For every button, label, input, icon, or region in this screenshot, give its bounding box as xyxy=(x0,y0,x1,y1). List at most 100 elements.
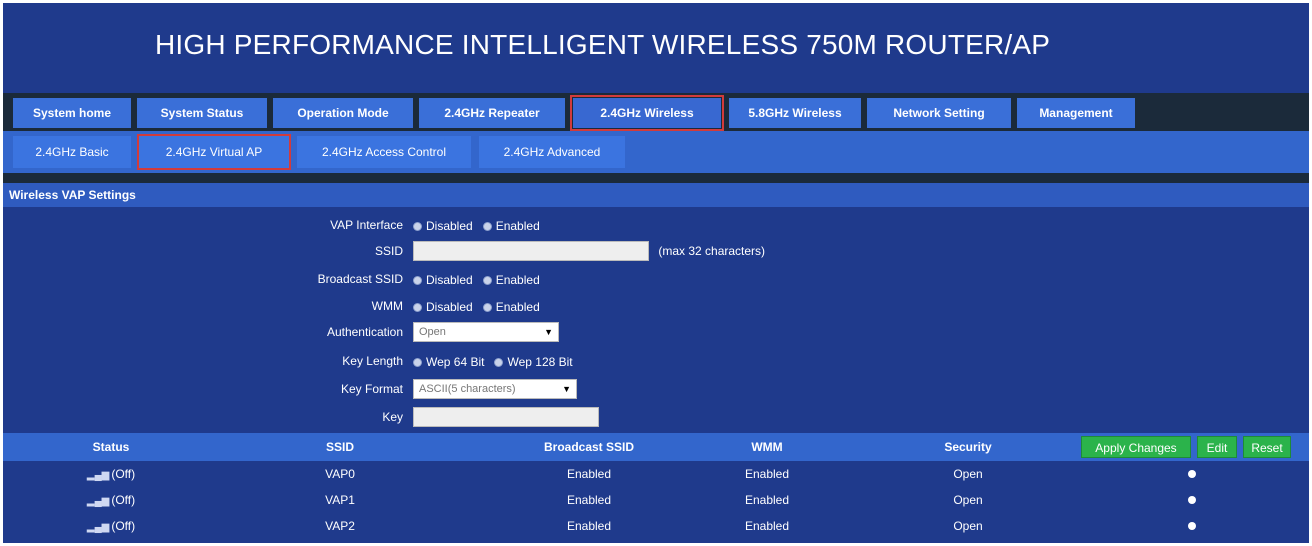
wmm-radios: Disabled Enabled xyxy=(413,296,546,318)
tab-network-setting[interactable]: Network Setting xyxy=(867,98,1011,128)
wmm-disabled-radio[interactable] xyxy=(413,302,422,312)
tab-management[interactable]: Management xyxy=(1017,98,1135,128)
col-ssid: SSID xyxy=(325,440,355,454)
select-row-radio[interactable] xyxy=(1188,470,1196,478)
key-label: Key xyxy=(382,410,403,424)
tab-58ghz-wireless[interactable]: 5.8GHz Wireless xyxy=(729,98,861,128)
col-status: Status xyxy=(92,440,130,454)
edit-button[interactable]: Edit xyxy=(1197,436,1237,458)
vap-interface-disabled-label: Disabled xyxy=(426,219,473,233)
broadcast-ssid-label: Broadcast SSID xyxy=(317,272,403,286)
key-format-select[interactable]: ASCII(5 characters) ▼ xyxy=(413,379,577,399)
status-text: (Off) xyxy=(111,519,136,533)
chevron-down-icon: ▼ xyxy=(562,384,571,394)
broadcast-ssid-disabled-radio[interactable] xyxy=(413,275,422,285)
wmm-disabled-label: Disabled xyxy=(426,300,473,314)
ssid-cell: VAP1 xyxy=(325,493,355,507)
divider xyxy=(3,173,1309,183)
authentication-select[interactable]: Open ▼ xyxy=(413,322,559,342)
select-row-radio[interactable] xyxy=(1188,496,1196,504)
vap-interface-enabled-radio[interactable] xyxy=(482,221,492,231)
key-format-control: ASCII(5 characters) ▼ xyxy=(413,379,577,401)
vap-settings-form: VAP Interface Disabled Enabled SSID (max… xyxy=(3,207,1309,433)
tab-24ghz-repeater[interactable]: 2.4GHz Repeater xyxy=(419,98,565,128)
key-row: Key xyxy=(3,407,1309,429)
wmm-cell: Enabled xyxy=(744,493,790,507)
ssid-input[interactable] xyxy=(413,241,649,261)
broadcast-cell: Enabled xyxy=(566,519,612,533)
section-header: Wireless VAP Settings xyxy=(3,183,1309,207)
table-row: ▂▄▆ (Off) VAP2 Enabled Enabled Open xyxy=(3,513,1309,539)
broadcast-ssid-disabled-label: Disabled xyxy=(426,273,473,287)
select-row-radio[interactable] xyxy=(1188,522,1196,530)
broadcast-ssid-radios: Disabled Enabled xyxy=(413,269,546,291)
key-format-label: Key Format xyxy=(340,382,403,396)
broadcast-cell: Enabled xyxy=(566,493,612,507)
security-cell: Open xyxy=(953,467,983,481)
subtab-24ghz-access-control[interactable]: 2.4GHz Access Control xyxy=(297,136,471,168)
chevron-down-icon: ▼ xyxy=(544,327,553,337)
status-text: (Off) xyxy=(111,467,136,481)
status-cell: ▂▄▆ (Off) xyxy=(87,493,135,507)
main-tab-bar: System home System Status Operation Mode… xyxy=(3,93,1309,131)
key-control xyxy=(413,407,599,429)
wmm-label: WMM xyxy=(371,299,403,313)
table-row: ▂▄▆ (Off) VAP0 Enabled Enabled Open xyxy=(3,461,1309,487)
key-length-64-radio[interactable] xyxy=(413,357,422,367)
key-length-radios: Wep 64 Bit Wep 128 Bit xyxy=(413,351,579,373)
ssid-cell: VAP2 xyxy=(325,519,355,533)
key-input[interactable] xyxy=(413,407,599,427)
signal-icon: ▂▄▆ xyxy=(86,470,110,481)
security-cell: Open xyxy=(953,519,983,533)
key-length-64-label: Wep 64 Bit xyxy=(426,355,485,369)
authentication-selected: Open xyxy=(419,326,446,338)
key-format-selected: ASCII(5 characters) xyxy=(419,383,516,395)
tab-operation-mode[interactable]: Operation Mode xyxy=(273,98,413,128)
status-text: (Off) xyxy=(111,493,136,507)
router-admin-page: HIGH PERFORMANCE INTELLIGENT WIRELESS 75… xyxy=(3,3,1309,543)
apply-changes-button[interactable]: Apply Changes xyxy=(1081,436,1191,458)
broadcast-cell: Enabled xyxy=(566,467,612,481)
vap-interface-label: VAP Interface xyxy=(330,218,403,232)
tab-24ghz-wireless[interactable]: 2.4GHz Wireless xyxy=(570,95,724,131)
ssid-control: (max 32 characters) xyxy=(413,241,765,263)
vap-interface-disabled-radio[interactable] xyxy=(413,221,422,231)
wmm-enabled-label: Enabled xyxy=(495,300,540,314)
status-cell: ▂▄▆ (Off) xyxy=(87,467,135,481)
authentication-control: Open ▼ xyxy=(413,322,559,344)
section-title: Wireless VAP Settings xyxy=(9,188,136,202)
reset-button[interactable]: Reset xyxy=(1243,436,1291,458)
key-length-128-label: Wep 128 Bit xyxy=(507,355,573,369)
authentication-row: Authentication Open ▼ xyxy=(3,322,1309,344)
wmm-cell: Enabled xyxy=(744,467,790,481)
tab-system-home[interactable]: System home xyxy=(13,98,131,128)
page-title: HIGH PERFORMANCE INTELLIGENT WIRELESS 75… xyxy=(155,29,1051,60)
subtab-24ghz-virtual-ap[interactable]: 2.4GHz Virtual AP xyxy=(137,134,291,170)
wmm-enabled-radio[interactable] xyxy=(482,302,492,312)
signal-icon: ▂▄▆ xyxy=(86,522,110,533)
broadcast-ssid-enabled-radio[interactable] xyxy=(482,275,492,285)
col-broadcast-ssid: Broadcast SSID xyxy=(543,440,635,454)
key-length-128-radio[interactable] xyxy=(494,357,504,367)
security-cell: Open xyxy=(953,493,983,507)
key-format-row: Key Format ASCII(5 characters) ▼ xyxy=(3,379,1309,401)
ssid-cell: VAP0 xyxy=(325,467,355,481)
table-row: ▂▄▆ (Off) VAP1 Enabled Enabled Open xyxy=(3,487,1309,513)
tab-system-status[interactable]: System Status xyxy=(137,98,267,128)
status-cell: ▂▄▆ (Off) xyxy=(87,519,135,533)
vap-interface-enabled-label: Enabled xyxy=(495,219,540,233)
key-length-label: Key Length xyxy=(342,354,403,368)
ssid-hint: (max 32 characters) xyxy=(658,244,766,258)
wmm-cell: Enabled xyxy=(744,519,790,533)
subtab-24ghz-advanced[interactable]: 2.4GHz Advanced xyxy=(479,136,625,168)
header: HIGH PERFORMANCE INTELLIGENT WIRELESS 75… xyxy=(3,3,1309,89)
ssid-row: SSID (max 32 characters) xyxy=(3,241,1309,263)
signal-icon: ▂▄▆ xyxy=(86,496,110,507)
vap-table-header: Status SSID Broadcast SSID WMM Security … xyxy=(3,433,1309,461)
col-security: Security xyxy=(944,440,992,454)
subtab-24ghz-basic[interactable]: 2.4GHz Basic xyxy=(13,136,131,168)
vap-interface-radios: Disabled Enabled xyxy=(413,215,546,237)
wmm-row: WMM Disabled Enabled xyxy=(3,296,1309,318)
vap-interface-row: VAP Interface Disabled Enabled xyxy=(3,215,1309,237)
key-length-row: Key Length Wep 64 Bit Wep 128 Bit xyxy=(3,351,1309,373)
